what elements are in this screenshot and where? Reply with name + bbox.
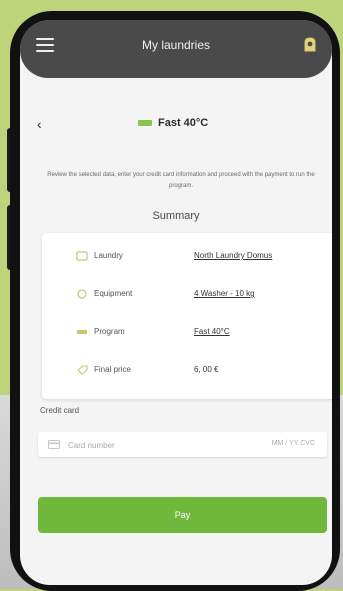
summary-row-equipment: Equipment 4 Washer - 10 kg bbox=[42, 281, 332, 305]
summary-label: Equipment bbox=[94, 289, 133, 298]
card-number-input[interactable] bbox=[66, 436, 220, 454]
summary-row-program: Program Fast 40°C bbox=[42, 319, 332, 343]
credit-card-field[interactable]: MM / YY CVC bbox=[38, 432, 327, 457]
summary-label: Laundry bbox=[94, 251, 123, 260]
summary-value: North Laundry Domus bbox=[194, 251, 273, 260]
pay-button[interactable]: Pay bbox=[38, 497, 327, 533]
program-header: Fast 40°C bbox=[138, 117, 208, 129]
card-expiry-cvc-hint: MM / YY CVC bbox=[271, 440, 315, 447]
summary-row-price: Final price 6, 00 € bbox=[42, 357, 332, 381]
laundry-icon bbox=[76, 251, 88, 261]
summary-value: 4 Washer - 10 kg bbox=[194, 289, 255, 298]
summary-label: Final price bbox=[94, 365, 131, 374]
summary-value: Fast 40°C bbox=[194, 327, 230, 336]
summary-label: Program bbox=[94, 327, 125, 336]
washing-program-icon bbox=[138, 120, 152, 126]
credit-card-icon bbox=[48, 440, 60, 449]
back-arrow-icon[interactable]: ‹ bbox=[37, 116, 42, 132]
summary-title: Summary bbox=[152, 210, 200, 222]
summary-row-laundry: Laundry North Laundry Domus bbox=[42, 243, 332, 267]
credit-card-label: Credit card bbox=[40, 406, 80, 415]
app-bar: My laundries bbox=[20, 20, 332, 78]
price-tag-icon bbox=[77, 365, 88, 375]
machine-icon bbox=[77, 289, 87, 299]
app-title: My laundries bbox=[141, 38, 211, 52]
program-title: Fast 40°C bbox=[158, 117, 209, 129]
program-icon bbox=[77, 330, 87, 334]
instructions-text: Review the selected data, enter your cre… bbox=[47, 172, 315, 189]
summary-value: 6, 00 € bbox=[194, 365, 219, 374]
summary-card: Laundry North Laundry Domus Equipment 4 … bbox=[42, 233, 332, 399]
profile-icon[interactable] bbox=[302, 36, 318, 54]
